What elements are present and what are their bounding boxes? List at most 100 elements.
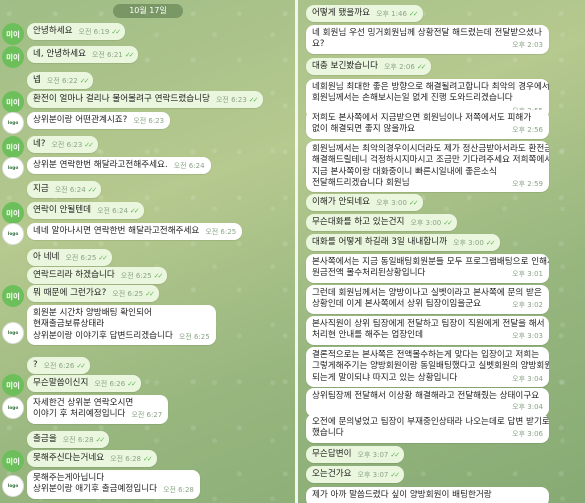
message-time: 오전 6:24: [97, 207, 128, 215]
outgoing-message[interactable]: 연락이 안될텐데 오전 6:24 ✓✓: [27, 202, 144, 220]
message-text: 상위팀장께 전달해서 이상황 해결해라고 전달해줬는 상태이구요: [312, 391, 540, 401]
message-text-line: 회원님께서는 손해보시는일 없게 진행 도와드리겠습니다: [312, 93, 513, 104]
outgoing-message[interactable]: 대충 보긴봤습니다 오후 2:06 ✓✓: [306, 58, 431, 76]
outgoing-message[interactable]: 뭐 때문에 그런가요? 오전 6:25 ✓✓: [27, 285, 159, 303]
outgoing-message[interactable]: 무슨말씀이신지 오전 6:26 ✓✓: [27, 375, 141, 393]
incoming-message[interactable]: 네네 알아나시면 연락한번 해달라고전해주세요 오전 6:25: [27, 223, 243, 241]
outgoing-message[interactable]: 오는건가요 오후 3:07 ✓✓: [306, 466, 405, 484]
message-text: 무슨대화를 하고 있는건지: [312, 217, 405, 227]
outgoing-message[interactable]: 지금 오전 6:24 ✓✓: [27, 181, 102, 199]
outgoing-message[interactable]: 이해가 안되네요 오후 3:00 ✓✓: [306, 194, 423, 212]
message-text: 못해주는게아닙니다: [33, 473, 105, 483]
message-time: 오후 3:00: [453, 239, 484, 247]
read-check-icon: ✓✓: [390, 451, 400, 459]
message-text-line: 처리현 안내를 해주는 업장인데: [312, 330, 423, 341]
outgoing-message[interactable]: ? 오전 6:26 ✓✓: [27, 357, 91, 375]
outgoing-message[interactable]: 아 네네 오전 6:25 ✓✓: [27, 249, 113, 267]
incoming-message[interactable]: 못해주는게아닙니다 상위분이랑 애기후 출금예정입니다 오전 6:28: [27, 470, 200, 499]
read-check-icon: ✓✓: [111, 28, 121, 36]
message-text-line: 상위분이랑 애기후 출금예정입니다: [33, 484, 158, 495]
message-text: 못해주신다는거네요: [33, 453, 105, 463]
company-avatar[interactable]: logo: [2, 157, 24, 179]
message-time: 오후 3:00: [376, 199, 407, 207]
user-avatar[interactable]: 미이: [2, 136, 24, 158]
message-time: 오전 6:19: [78, 28, 110, 36]
avatar-logo-text: logo: [7, 231, 19, 237]
outgoing-message[interactable]: 넵 오전 6:22 ✓✓: [27, 72, 94, 90]
incoming-message[interactable]: 자세한건 상위분 연락오시면 이야기 후 처리예정입니다 오전 6:27: [27, 395, 169, 424]
message-time: 오전 6:25: [112, 290, 144, 298]
message-time: 오전 6:22: [46, 77, 78, 85]
left-chat-panel[interactable]: 10월 17일 미이 안녕하세요 오전 6:19 ✓✓ 미이 네, 안녕하세요 오…: [0, 0, 295, 503]
outgoing-message[interactable]: 무슨대화를 하고 있는건지 오후 3:00 ✓✓: [306, 214, 457, 232]
message-text-line: 그렇게해주기는 양방회원이랑 동일배팅했다고 실벳회원의 양방회원이: [312, 361, 549, 372]
message-text: 자세한건 상위분 연락오시면: [33, 398, 134, 408]
outgoing-message[interactable]: 어떻게 됐을까요 오후 1:46 ✓✓: [306, 5, 423, 23]
message-time: 오전 6:23: [51, 141, 83, 149]
avatar-logo-text: logo: [7, 120, 19, 126]
message-text: 결론적으로는 본사쪽은 전액몰수하는게 맞다는 입장이고 저희는: [312, 350, 540, 360]
user-avatar[interactable]: 미이: [2, 46, 24, 68]
outgoing-message[interactable]: 네, 안녕하세요 오전 6:21 ✓✓: [27, 46, 139, 64]
read-check-icon: ✓✓: [408, 10, 419, 18]
user-avatar[interactable]: 미이: [2, 202, 24, 224]
message-time: 오전 6:21: [91, 51, 123, 59]
company-avatar[interactable]: logo: [2, 112, 24, 134]
message-time: 오전 6:23: [133, 117, 165, 125]
company-avatar[interactable]: logo: [2, 475, 24, 497]
company-avatar[interactable]: logo: [2, 397, 24, 419]
message-time: 오전 6:25: [205, 228, 237, 236]
message-text: 연락드리라 하겠습니다: [33, 270, 115, 280]
company-avatar[interactable]: logo: [2, 322, 24, 344]
user-avatar[interactable]: 미이: [2, 285, 24, 307]
incoming-message[interactable]: 본사쪽에서는 지금 동일배팅회원분들 모두 프로그램배팅으로 인해서 원금전액 …: [306, 254, 549, 283]
message-text: 제가 아까 말씀드렸다 싶이 양방회원이 배팅한거랑: [312, 490, 492, 500]
read-check-icon: ✓✓: [79, 77, 90, 85]
outgoing-message[interactable]: 못해주신다는거네요 오전 6:28 ✓✓: [27, 450, 157, 468]
incoming-message[interactable]: 회원님께서는 최악의경우이시더라도 제가 정산금받아서라도 환전금 해결해드릴테…: [306, 141, 549, 193]
message-text: 본사직원이 상위 팀장에게 전달하고 팀장이 직원에게 전달을 해서: [312, 319, 545, 329]
message-text: 뭐 때문에 그런가요?: [33, 288, 107, 298]
incoming-message[interactable]: 상위분 연락한번 해달라고전해주세요. 오전 6:24: [27, 157, 211, 175]
read-check-icon: ✓✓: [248, 96, 259, 104]
message-text: 출금을: [33, 434, 57, 444]
outgoing-message[interactable]: 대화를 어떻게 하길래 3일 내내합니까 오후 3:00 ✓✓: [306, 234, 500, 252]
read-check-icon: ✓✓: [485, 239, 496, 247]
message-text-line: 전달해드리겠습니다 회원님: [312, 178, 410, 189]
outgoing-message[interactable]: 환전이 얼마나 걸리나 물어볼려구 연락드렸습니당 오전 6:23 ✓✓: [27, 91, 263, 109]
message-text-line: 지금 본사쪽이랑 대화중이니 빠른시일내에 좋은소식: [312, 166, 497, 177]
message-text-line: 현재출금보류상태라: [33, 319, 105, 330]
message-text-line: 없이 해결되면 좋지 않을까요: [312, 124, 416, 135]
user-avatar[interactable]: 미이: [2, 450, 24, 472]
outgoing-message[interactable]: 안녕하세요 오전 6:19 ✓✓: [27, 23, 126, 41]
outgoing-message[interactable]: 무슨답변이 오후 3:07 ✓✓: [306, 446, 405, 464]
message-text: 연락이 안될텐데: [33, 205, 92, 215]
message-text-line: 원금전액 몰수처리된상황입니다: [312, 268, 426, 279]
outgoing-message[interactable]: 출금을 오전 6:28 ✓✓: [27, 431, 110, 449]
date-separator: 10월 17일: [113, 4, 183, 18]
message-time: 오전 6:26: [94, 380, 126, 388]
message-time: 오전 6:24: [54, 186, 86, 194]
message-text: 상위분 연락한번 해달라고전해주세요.: [33, 160, 168, 170]
right-chat-panel[interactable]: 어떻게 됐을까요 오후 1:46 ✓✓ 네 회원님 우선 밍거회원님께 상황전달 …: [298, 0, 585, 503]
message-time: 오전 6:28: [110, 455, 141, 463]
incoming-message[interactable]: 결론적으로는 본사쪽은 전액몰수하는게 맞다는 입장이고 저희는 그렇게해주기는…: [306, 347, 549, 388]
company-avatar[interactable]: logo: [2, 223, 24, 245]
incoming-message[interactable]: 회원분 시간차 양방배팅 확인되어 현재출금보류상태라 상위분이랑 이야기후 답…: [27, 305, 216, 346]
read-check-icon: ✓✓: [145, 290, 155, 298]
incoming-message[interactable]: 네 회원님 우선 밍거회원님께 상황전달 해드렸는데 전달받으셨나요? 오후 2…: [306, 25, 549, 54]
incoming-message[interactable]: 본사직원이 상위 팀장에게 전달하고 팀장이 직원에게 전달을 해서 처리현 안…: [306, 316, 549, 345]
incoming-message[interactable]: 저희도 본사쪽에서 지금받으면 회원님이나 저쪽에서도 피해가 없이 해결되면 …: [306, 110, 549, 139]
message-time: 오전 6:28: [62, 436, 94, 444]
incoming-message[interactable]: 오전에 문의넣었고 팀장이 부재중인상태라 나오는데로 답변 받기로 했습니다 …: [306, 414, 549, 443]
user-avatar[interactable]: 미이: [2, 91, 24, 113]
incoming-message[interactable]: 그런데 회원님께서는 양방이나고 실벳이라고 본사쪽에 문의 받은 상황인데 이…: [306, 285, 549, 314]
user-avatar[interactable]: 미이: [2, 23, 24, 45]
message-time: 오후 3:07: [357, 471, 389, 479]
incoming-message[interactable]: 상위분이랑 어떤관계시죠? 오전 6:23: [27, 112, 171, 130]
incoming-message[interactable]: 상위팀장께 전달해서 이상황 해결해라고 전달해줬는 상태이구요 오후 3:04: [306, 388, 549, 417]
incoming-message[interactable]: 제가 아까 말씀드렸다 싶이 양방회원이 배팅한거랑: [306, 487, 549, 503]
user-avatar[interactable]: 미이: [2, 374, 24, 396]
outgoing-message[interactable]: 연락드리라 하겠습니다 오전 6:25 ✓✓: [27, 267, 168, 285]
outgoing-message[interactable]: 네? 오전 6:23 ✓✓: [27, 136, 99, 154]
